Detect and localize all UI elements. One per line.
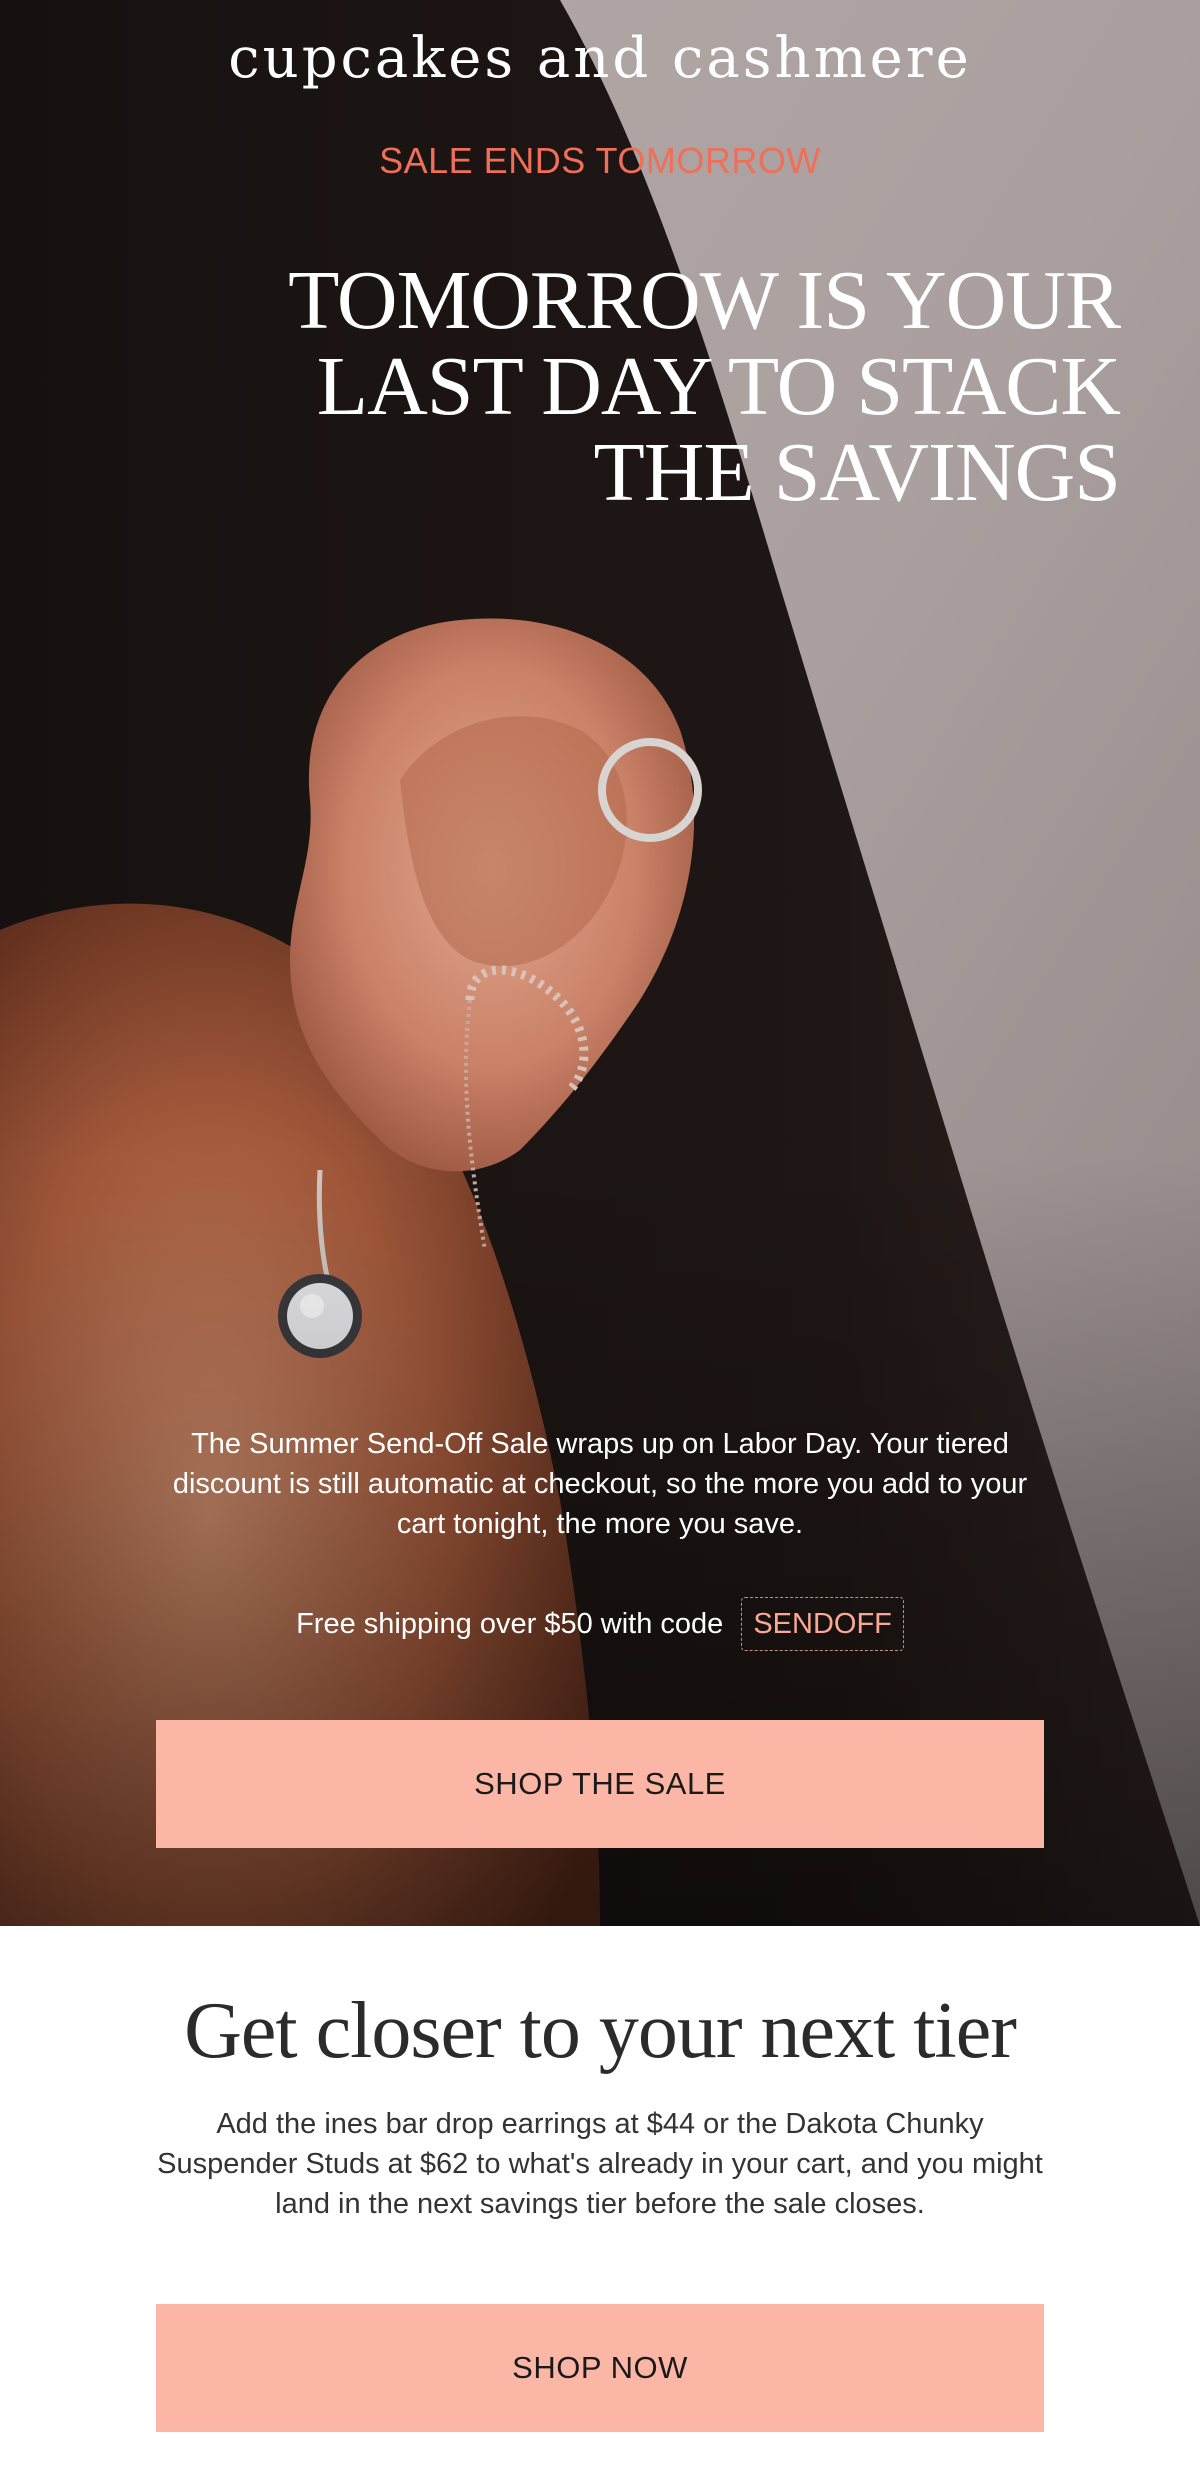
sale-ends-eyebrow: SALE ENDS TOMORROW bbox=[379, 140, 821, 181]
shop-the-sale-button[interactable]: SHOP THE SALE bbox=[156, 1720, 1044, 1848]
shop-the-sale-label: SHOP THE SALE bbox=[474, 1766, 726, 1801]
hero-headline-line-2: LAST DAY TO STACK bbox=[316, 340, 1121, 433]
shop-now-label: SHOP NOW bbox=[512, 2350, 688, 2385]
hero-body-text: The Summer Send-Off Sale wraps up on Lab… bbox=[172, 1428, 1028, 1540]
hero-section: cupcakes and cashmere SALE ENDS TOMORROW… bbox=[0, 0, 1200, 1926]
free-shipping-line: Free shipping over $50 with code SENDOFF bbox=[0, 1596, 1200, 1652]
shop-now-button[interactable]: SHOP NOW bbox=[156, 2304, 1044, 2432]
hero-headline-line-1: TOMORROW IS YOUR bbox=[288, 254, 1121, 347]
tier-section-body: Add the ines bar drop earrings at $44 or… bbox=[157, 2108, 1043, 2220]
promo-code-badge[interactable]: SENDOFF bbox=[741, 1597, 904, 1651]
brand-logo[interactable]: cupcakes and cashmere bbox=[0, 26, 1200, 91]
hero-headline: TOMORROW IS YOUR LAST DAY TO STACK THE S… bbox=[120, 258, 1121, 519]
free-shipping-text: Free shipping over $50 with code bbox=[296, 1608, 724, 1640]
hero-headline-line-3: THE SAVINGS bbox=[593, 426, 1121, 519]
tier-section-title: Get closer to your next tier bbox=[184, 1987, 1017, 2075]
